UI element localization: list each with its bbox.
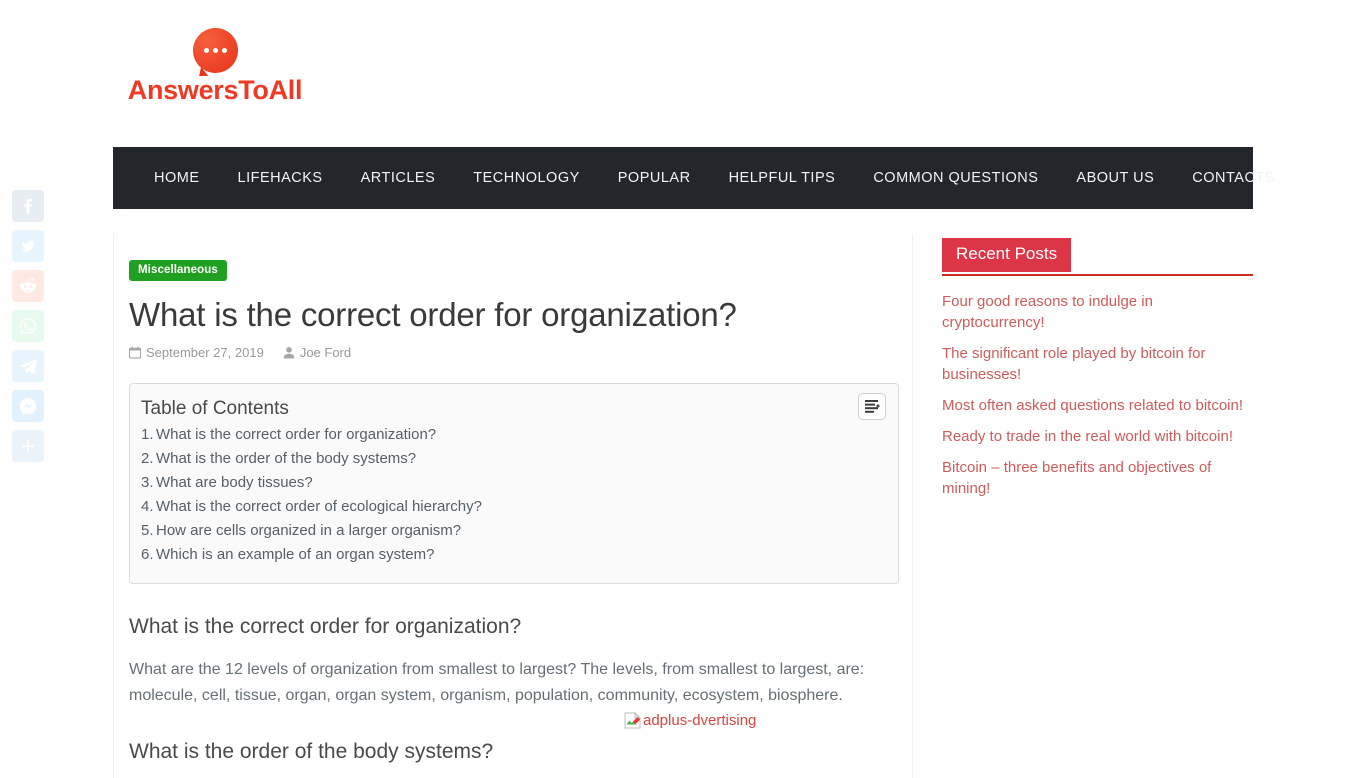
toc-title: Table of Contents — [141, 398, 289, 420]
nav-item-contacts[interactable]: CONTACTS — [1173, 147, 1294, 209]
toc-item-number: 1. — [141, 426, 154, 444]
recent-post-item[interactable]: Most often asked questions related to bi… — [942, 395, 1253, 416]
share-reddit-button[interactable] — [12, 270, 44, 302]
nav-item-technology[interactable]: TECHNOLOGY — [454, 147, 599, 209]
twitter-icon — [18, 236, 38, 256]
social-share-rail — [12, 190, 44, 462]
ad-placeholder-alt-text: adplus-dvertising — [643, 711, 757, 729]
toc-list: 1. What is the correct order for organiz… — [141, 423, 882, 567]
sidebar-widget-title: Recent Posts — [942, 238, 1072, 272]
toc-toggle-button[interactable] — [858, 393, 886, 421]
toc-item[interactable]: 5. How are cells organized in a larger o… — [141, 519, 882, 543]
nav-item-lifehacks[interactable]: LIFEHACKS — [219, 147, 342, 209]
calendar-icon — [129, 346, 141, 359]
recent-post-item[interactable]: Bitcoin – three benefits and objectives … — [942, 457, 1253, 499]
post-author[interactable]: Joe Ford — [300, 345, 351, 360]
nav-item-home[interactable]: HOME — [135, 147, 219, 209]
share-messenger-button[interactable] — [12, 390, 44, 422]
speech-bubble-icon — [192, 28, 238, 78]
user-icon — [283, 346, 295, 359]
toc-item[interactable]: 2. What is the order of the body systems… — [141, 447, 882, 471]
share-whatsapp-button[interactable] — [12, 310, 44, 342]
post-meta: September 27, 2019 Joe Ford — [129, 345, 897, 360]
recent-post-item[interactable]: Ready to trade in the real world with bi… — [942, 426, 1253, 447]
sidebar: Recent Posts Four good reasons to indulg… — [942, 238, 1253, 509]
recent-post-item[interactable]: Four good reasons to indulge in cryptocu… — [942, 291, 1253, 333]
site-logo[interactable]: AnswersToAll — [124, 28, 306, 106]
telegram-icon — [18, 356, 38, 376]
toc-item-label[interactable]: What is the correct order for organizati… — [156, 423, 436, 447]
list-icon — [864, 400, 880, 414]
ad-row: What is the order of the body systems? a… — [129, 711, 897, 778]
broken-image-icon — [624, 711, 641, 729]
nav-item-helpful-tips[interactable]: HELPFUL TIPS — [710, 147, 855, 209]
toc-item-label[interactable]: How are cells organized in a larger orga… — [156, 519, 461, 543]
section-heading-1: What is the correct order for organizati… — [129, 615, 522, 639]
toc-item-label[interactable]: What is the correct order of ecological … — [156, 495, 482, 519]
toc-item-number: 6. — [141, 546, 154, 564]
sidebar-widget-header: Recent Posts — [942, 238, 1253, 276]
nav-item-common-questions[interactable]: COMMON QUESTIONS — [854, 147, 1057, 209]
toc-item[interactable]: 1. What is the correct order for organiz… — [141, 423, 882, 447]
toc-item-label[interactable]: What are body tissues? — [156, 471, 313, 495]
nav-item-about-us[interactable]: ABOUT US — [1057, 147, 1173, 209]
reddit-icon — [18, 276, 38, 296]
section-heading-2: What is the order of the body systems? — [129, 739, 494, 763]
article-content-card: Miscellaneous What is the correct order … — [113, 234, 913, 778]
toc-item-number: 3. — [141, 474, 154, 492]
messenger-icon — [18, 396, 38, 416]
toc-item-number: 4. — [141, 498, 154, 516]
nav-item-articles[interactable]: ARTICLES — [342, 147, 455, 209]
share-facebook-button[interactable] — [12, 190, 44, 222]
toc-item[interactable]: 3. What are body tissues? — [141, 471, 882, 495]
main-navigation: HOME LIFEHACKS ARTICLES TECHNOLOGY POPUL… — [113, 147, 1274, 209]
recent-posts-list: Four good reasons to indulge in cryptocu… — [942, 291, 1253, 499]
site-header: AnswersToAll — [0, 0, 1366, 147]
post-date: September 27, 2019 — [146, 345, 264, 361]
ad-image-placeholder[interactable]: adplus-dvertising — [624, 711, 757, 729]
toc-item-label[interactable]: What is the order of the body systems? — [156, 447, 416, 471]
share-telegram-button[interactable] — [12, 350, 44, 382]
toc-item[interactable]: 6. Which is an example of an organ syste… — [141, 543, 882, 567]
table-of-contents: Table of Contents 1. What is the correct… — [129, 383, 899, 585]
toc-item-label[interactable]: Which is an example of an organ system? — [156, 543, 434, 567]
sidebar-title-divider — [942, 274, 1253, 276]
facebook-icon — [18, 196, 38, 216]
page-title: What is the correct order for organizati… — [129, 296, 737, 333]
toc-item-number: 2. — [141, 450, 154, 468]
section-paragraph-1: What are the 12 levels of organization f… — [129, 660, 865, 704]
category-badge[interactable]: Miscellaneous — [129, 260, 227, 281]
site-logo-text: AnswersToAll — [127, 75, 303, 105]
toc-item-number: 5. — [141, 522, 154, 540]
whatsapp-icon — [18, 316, 38, 336]
nav-item-popular[interactable]: POPULAR — [599, 147, 710, 209]
share-more-button[interactable] — [12, 430, 44, 462]
toc-item[interactable]: 4. What is the correct order of ecologic… — [141, 495, 882, 519]
plus-icon — [18, 436, 38, 456]
share-twitter-button[interactable] — [12, 230, 44, 262]
recent-post-item[interactable]: The significant role played by bitcoin f… — [942, 343, 1253, 385]
